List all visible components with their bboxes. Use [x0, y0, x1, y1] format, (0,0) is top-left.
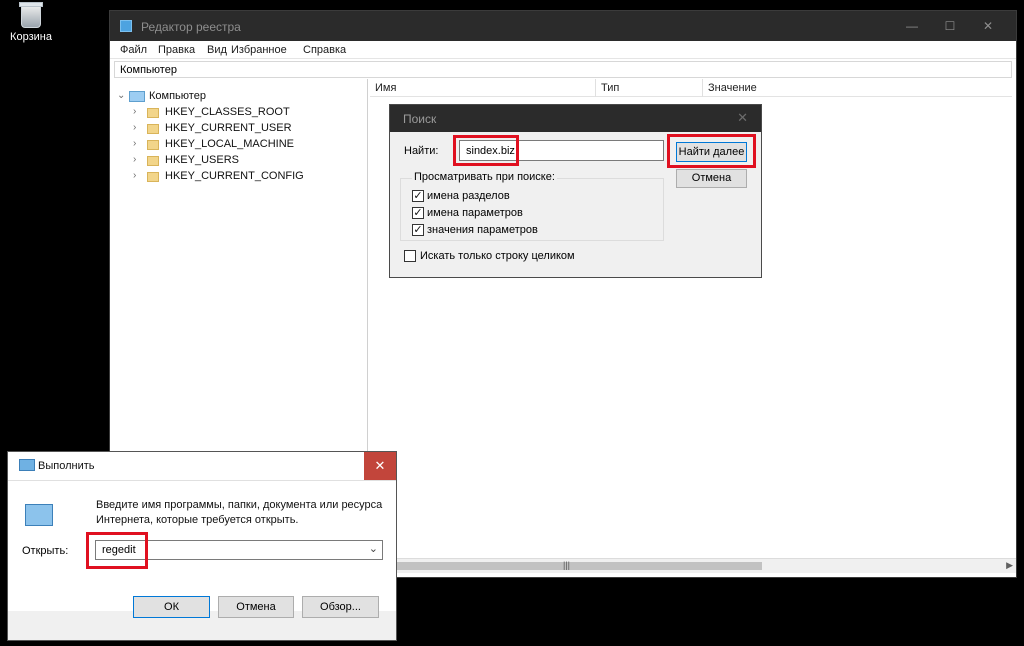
- menu-view[interactable]: Вид: [207, 44, 227, 56]
- column-separator[interactable]: [595, 79, 596, 97]
- tree-item-label: HKEY_CLASSES_ROOT: [165, 106, 290, 118]
- chevron-down-icon[interactable]: ⌄: [369, 542, 378, 555]
- tree-item-hkcu[interactable]: › HKEY_CURRENT_USER: [133, 121, 353, 137]
- tree-item-hklm[interactable]: › HKEY_LOCAL_MACHINE: [133, 137, 353, 153]
- option-values[interactable]: ✓ имена параметров: [412, 206, 612, 221]
- tree-item-hkcc[interactable]: › HKEY_CURRENT_CONFIG: [133, 169, 353, 185]
- checkbox-checked-icon[interactable]: ✓: [412, 207, 424, 219]
- cancel-button[interactable]: Отмена: [218, 596, 294, 618]
- cancel-button[interactable]: Отмена: [676, 169, 747, 188]
- computer-icon: [129, 91, 145, 102]
- find-dialog-titlebar[interactable]: Поиск ✕: [390, 105, 761, 132]
- option-label: Искать только строку целиком: [420, 250, 575, 262]
- menu-help[interactable]: Справка: [303, 44, 346, 56]
- highlight-box: [86, 532, 148, 569]
- option-label: значения параметров: [427, 224, 538, 236]
- tree-item-computer[interactable]: ⌄ Компьютер: [117, 89, 357, 105]
- option-label: имена разделов: [427, 190, 510, 202]
- highlight-box: [667, 134, 756, 168]
- scrollbar-grip-icon: |||: [563, 560, 571, 570]
- folder-icon: [147, 124, 159, 134]
- scroll-right-icon[interactable]: ▶: [1006, 560, 1013, 571]
- folder-icon: [147, 140, 159, 150]
- checkbox-checked-icon[interactable]: ✓: [412, 224, 424, 236]
- run-dialog-titlebar[interactable]: Выполнить ✕: [8, 452, 396, 481]
- recycle-bin-icon: [19, 2, 43, 28]
- address-path: Компьютер: [120, 64, 177, 76]
- run-dialog-title: Выполнить: [38, 460, 95, 472]
- tree-item-hkcr[interactable]: › HKEY_CLASSES_ROOT: [133, 105, 353, 121]
- highlight-box: [453, 135, 519, 166]
- folder-icon: [147, 156, 159, 166]
- chevron-right-icon[interactable]: ›: [133, 154, 143, 165]
- column-type[interactable]: Тип: [601, 82, 619, 94]
- column-separator[interactable]: [702, 79, 703, 97]
- recycle-bin-shortcut[interactable]: Корзина: [6, 2, 56, 52]
- close-icon[interactable]: ✕: [737, 110, 748, 126]
- folder-icon: [147, 172, 159, 182]
- find-dialog-title: Поиск: [403, 112, 437, 126]
- checkbox-checked-icon[interactable]: ✓: [412, 190, 424, 202]
- run-description: Введите имя программы, папки, документа …: [96, 499, 383, 526]
- folder-icon: [147, 108, 159, 118]
- chevron-right-icon[interactable]: ›: [133, 122, 143, 133]
- close-button[interactable]: ✕: [364, 452, 396, 480]
- menu-bar: Файл Правка Вид Избранное Справка: [110, 41, 1016, 59]
- recycle-bin-label: Корзина: [10, 31, 52, 43]
- menu-file[interactable]: Файл: [120, 44, 147, 56]
- close-button[interactable]: ✕: [974, 15, 1002, 37]
- browse-button[interactable]: Обзор...: [302, 596, 379, 618]
- tree-item-label: HKEY_USERS: [165, 154, 239, 166]
- option-label: имена параметров: [427, 207, 523, 219]
- menu-edit[interactable]: Правка: [158, 44, 195, 56]
- tree-item-hku[interactable]: › HKEY_USERS: [133, 153, 353, 169]
- address-bar[interactable]: Компьютер: [114, 61, 1012, 78]
- tree-item-label: Компьютер: [149, 90, 206, 102]
- chevron-right-icon[interactable]: ›: [133, 170, 143, 181]
- registry-editor-titlebar[interactable]: Редактор реестра — ☐ ✕: [110, 11, 1016, 41]
- maximize-button[interactable]: ☐: [936, 15, 964, 37]
- run-app-icon: [19, 459, 35, 471]
- open-label: Открыть:: [22, 545, 69, 557]
- chevron-down-icon[interactable]: ⌄: [117, 90, 127, 101]
- tree-item-label: HKEY_CURRENT_CONFIG: [165, 170, 304, 182]
- horizontal-scrollbar[interactable]: ◀ ||| ▶: [368, 558, 1016, 573]
- menu-favorites[interactable]: Избранное: [231, 44, 287, 56]
- values-list-header: Имя Тип Значение: [370, 79, 1012, 97]
- regedit-app-icon: [120, 20, 132, 32]
- look-at-label: Просматривать при поиске:: [412, 171, 557, 183]
- column-value[interactable]: Значение: [708, 82, 757, 94]
- run-icon: [25, 504, 53, 526]
- column-name[interactable]: Имя: [375, 82, 396, 94]
- tree-item-label: HKEY_CURRENT_USER: [165, 122, 292, 134]
- option-data[interactable]: ✓ значения параметров: [412, 223, 612, 238]
- chevron-right-icon[interactable]: ›: [133, 106, 143, 117]
- ok-button[interactable]: ОК: [133, 596, 210, 618]
- window-title: Редактор реестра: [141, 20, 241, 34]
- minimize-button[interactable]: —: [898, 15, 926, 37]
- find-label: Найти:: [404, 145, 439, 157]
- chevron-right-icon[interactable]: ›: [133, 138, 143, 149]
- tree-item-label: HKEY_LOCAL_MACHINE: [165, 138, 294, 150]
- checkbox-unchecked-icon[interactable]: [404, 250, 416, 262]
- option-whole-string[interactable]: Искать только строку целиком: [404, 249, 624, 264]
- option-keys[interactable]: ✓ имена разделов: [412, 189, 612, 204]
